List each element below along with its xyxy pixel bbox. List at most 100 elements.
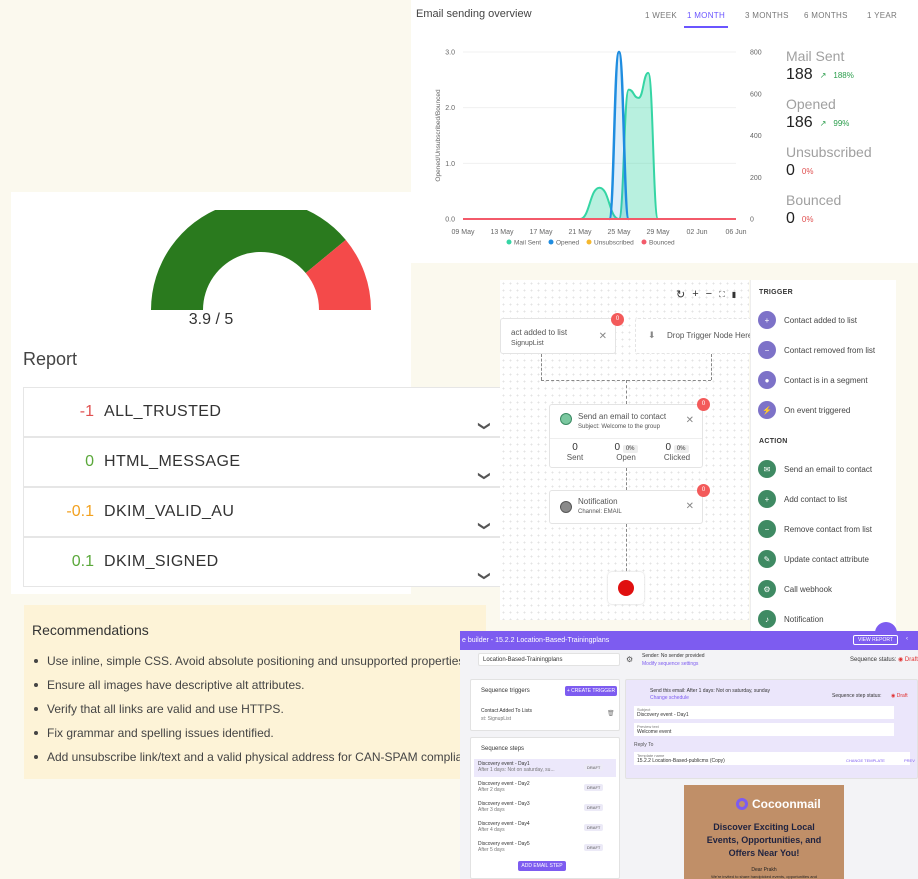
sequence-status[interactable]: ◉ Draft: [898, 656, 918, 663]
end-node[interactable]: [608, 572, 644, 604]
report-row-all-trusted[interactable]: -1 ALL_TRUSTED ❮: [23, 387, 503, 437]
download-icon: ⬇: [648, 330, 656, 340]
y-left-tick-label: 1.0: [445, 161, 455, 168]
action-heading: ACTION: [759, 438, 788, 445]
recommendations-title: Recommendations: [32, 622, 149, 638]
back-icon[interactable]: ‹: [906, 636, 908, 642]
change-schedule-link[interactable]: Change schedule: [650, 695, 689, 701]
trigger-node[interactable]: act added to list SignupList ✕ 0: [500, 313, 624, 354]
zoom-out-icon[interactable]: −: [706, 288, 712, 301]
step-status[interactable]: ◉ Draft: [891, 693, 908, 699]
step-item[interactable]: Discovery event - Day5 After 5 days: [478, 841, 530, 853]
step-item[interactable]: Discovery event - Day4 After 4 days: [478, 821, 530, 833]
email-overview-panel: Email sending overview 1 WEEK 1 MONTH 3 …: [411, 0, 918, 263]
segment-icon: ●: [758, 371, 776, 389]
chevron-down-icon[interactable]: ❮: [476, 493, 490, 531]
modify-settings-link[interactable]: Modify sequence settings: [642, 661, 698, 667]
y-axis-label: Opened/Unsubscribed/Bounced: [435, 89, 442, 182]
palette-call-webhook[interactable]: ⚙ Call webhook: [758, 580, 832, 598]
stat-value: 0: [786, 210, 795, 227]
palette-contact-removed[interactable]: − Contact removed from list: [758, 341, 875, 359]
step-item[interactable]: Discovery event - Day3 After 3 days: [478, 801, 530, 813]
view-report-button[interactable]: VIEW REPORT: [853, 635, 898, 645]
report-score: 0.1: [71, 553, 94, 570]
preview-text-field[interactable]: Preview text Welcome event: [634, 723, 894, 736]
change-template-button[interactable]: CHANGE TEMPLATE: [846, 758, 885, 763]
palette-update-attribute[interactable]: ✎ Update contact attribute: [758, 550, 869, 568]
zoom-in-icon[interactable]: +: [692, 288, 698, 301]
notification-node[interactable]: Notification Channel: EMAIL ✕ 0: [549, 484, 710, 524]
end-icon: [618, 580, 634, 596]
legend-marker: [548, 239, 554, 245]
x-tick-label: 25 May: [608, 229, 631, 236]
palette-contact-added[interactable]: + Contact added to list: [758, 311, 857, 329]
step-item[interactable]: Discovery event - Day2 After 2 days: [478, 781, 530, 793]
sequence-status-label: Sequence status:: [850, 657, 897, 663]
x-tick-label: 21 May: [569, 229, 592, 236]
sequence-title: e builder - 15.2.2 Location-Based-Traini…: [462, 637, 610, 644]
stat-trend: 0%: [801, 214, 814, 224]
user-plus-icon: +: [758, 311, 776, 329]
create-trigger-button[interactable]: + CREATE TRIGGER: [565, 686, 617, 696]
drop-label: Drop Trigger Node Here: [667, 331, 753, 340]
palette-send-email[interactable]: ✉ Send an email to contact: [758, 460, 872, 478]
subject-field[interactable]: Subject Discovery event - Day1: [634, 706, 894, 719]
lock-icon[interactable]: ▮: [732, 288, 736, 301]
chevron-down-icon[interactable]: ❮: [476, 443, 490, 481]
automation-canvas[interactable]: ↻ + − ⛶ ▮ act added to list SignupList ✕…: [500, 280, 753, 620]
palette-event-triggered[interactable]: ⚡ On event triggered: [758, 401, 850, 419]
palette-contact-segment[interactable]: ● Contact is in a segment: [758, 371, 868, 389]
recommendation-item: Add unsubscribe link/text and a valid ph…: [32, 750, 485, 764]
report-row-html-message[interactable]: 0 HTML_MESSAGE ❮: [23, 437, 503, 487]
refresh-icon[interactable]: ↻: [676, 288, 685, 301]
node-title: Notification: [578, 497, 618, 506]
trend-up-icon: ↗: [819, 70, 827, 80]
stat-open: 0 0% Open: [614, 442, 638, 462]
triggers-box: Sequence triggers + CREATE TRIGGER Conta…: [470, 679, 620, 731]
legend-marker: [641, 239, 647, 245]
legend-marker: [586, 239, 592, 245]
stat-label: Bounced: [786, 192, 842, 208]
sequence-builder: e builder - 15.2.2 Location-Based-Traini…: [460, 631, 918, 879]
trash-icon[interactable]: 🗑: [607, 710, 615, 717]
report-row-dkim-signed[interactable]: 0.1 DKIM_SIGNED ❮: [23, 537, 503, 587]
y-left-tick-label: 0.0: [445, 217, 455, 224]
legend-label: Unsubscribed: [594, 240, 634, 247]
node-subtitle: Subject: Welcome to the group: [578, 424, 660, 430]
legend-label: Opened: [556, 240, 580, 247]
email-icon: ✉: [758, 460, 776, 478]
close-icon[interactable]: ✕: [686, 415, 694, 426]
range-tab-1-year[interactable]: 1 YEAR: [867, 11, 897, 28]
add-email-step-button[interactable]: ADD EMAIL STEP: [518, 861, 566, 871]
palette-add-to-list[interactable]: + Add contact to list: [758, 490, 847, 508]
fit-view-icon[interactable]: ⛶: [719, 288, 725, 301]
score-gauge: [151, 210, 371, 310]
stat-sent: 0 Sent: [566, 442, 584, 462]
report-rule-name: DKIM_SIGNED: [104, 553, 219, 570]
stat-trend: 0%: [801, 166, 814, 176]
x-tick-label: 02 Jun: [686, 229, 707, 236]
send-email-node[interactable]: Send an email to contact Subject: Welcom…: [549, 398, 710, 468]
report-row-dkim-valid-au[interactable]: -0.1 DKIM_VALID_AU ❮: [23, 487, 503, 537]
drop-trigger-zone[interactable]: ⬇ Drop Trigger Node Here: [635, 318, 753, 354]
email-heading: Discover Exciting Local Events, Opportun…: [706, 822, 822, 858]
gear-icon[interactable]: ⚙: [626, 655, 633, 664]
close-icon[interactable]: ✕: [599, 331, 607, 342]
report-score: -0.1: [66, 503, 94, 520]
chevron-down-icon[interactable]: ❮: [476, 543, 490, 581]
palette-remove-from-list[interactable]: − Remove contact from list: [758, 520, 872, 538]
report-score: 0: [85, 453, 94, 470]
stat-clicked: 0 0% Clicked: [663, 442, 691, 462]
recommendation-item: Fix grammar and spelling issues identifi…: [32, 726, 478, 740]
range-tab-6-months[interactable]: 6 MONTHS: [804, 11, 848, 28]
step-item[interactable]: Discovery event - Day1 After 1 days: Not …: [478, 761, 555, 773]
report-score: -1: [79, 403, 94, 420]
report-rule-name: DKIM_VALID_AU: [104, 503, 235, 520]
chevron-down-icon[interactable]: ❮: [476, 393, 490, 431]
close-icon[interactable]: ✕: [686, 501, 694, 512]
gauge-score: 3.9 / 5: [188, 311, 234, 328]
sequence-name-input[interactable]: Location-Based-Trainingplans: [478, 653, 620, 666]
palette-notification[interactable]: ♪ Notification: [758, 610, 824, 628]
stat-unsubscribed: Unsubscribed 0 0%: [786, 144, 918, 180]
preview-button[interactable]: PREV: [904, 758, 915, 763]
